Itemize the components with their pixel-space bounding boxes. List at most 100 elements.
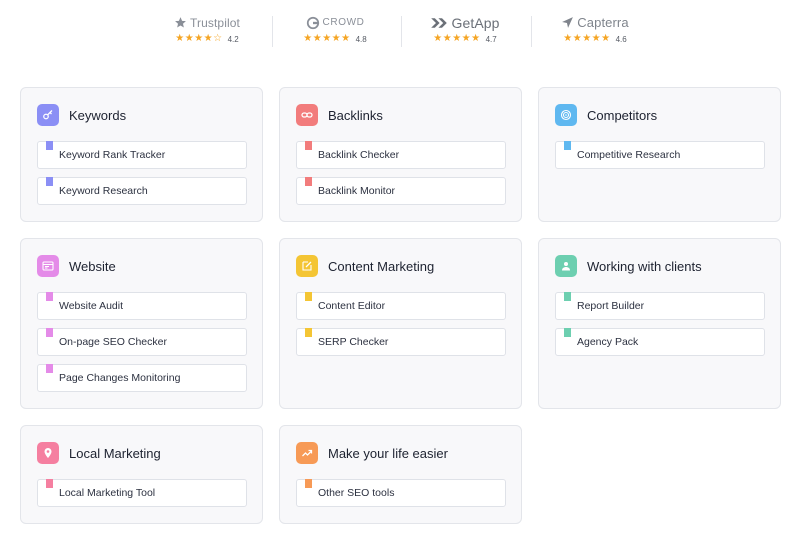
rating-divider: [272, 16, 273, 47]
category-icon-box: [296, 442, 318, 464]
bookmark-icon: [305, 328, 312, 337]
category-icon-box: [37, 104, 59, 126]
user-icon: [562, 262, 570, 271]
category-card-working-with-clients: Working with clients Report Builder Agen…: [538, 238, 781, 409]
rating-score: 4.2: [227, 34, 239, 44]
tool-local-marketing-tool[interactable]: Local Marketing Tool: [37, 479, 247, 507]
tool-label: Agency Pack: [577, 336, 639, 348]
tool-label: Local Marketing Tool: [59, 487, 156, 499]
rating-score: 4.6: [615, 34, 627, 44]
trustpilot-logo: Trustpilot: [147, 14, 267, 31]
bookmark-icon: [305, 292, 312, 301]
tool-agency-pack[interactable]: Agency Pack: [555, 328, 765, 356]
rating-score: 4.7: [485, 34, 497, 44]
category-card-local-marketing: Local Marketing Local Marketing Tool: [20, 425, 263, 524]
bookmark-icon: [564, 141, 571, 150]
tool-label: Content Editor: [318, 300, 386, 312]
trend-up-icon: [302, 449, 313, 457]
bookmark-icon: [564, 328, 571, 337]
ratings-bar: Trustpilot ★★★★☆ 4.2 CROWD ★★★★★ 4.8 Get…: [0, 14, 800, 48]
category-title: Website: [69, 258, 116, 274]
tool-serp-checker[interactable]: SERP Checker: [296, 328, 506, 356]
rating-source-name: CROWD: [322, 17, 365, 28]
rating-stars: ★★★★☆: [175, 33, 223, 44]
rating-trustpilot[interactable]: Trustpilot ★★★★☆ 4.2: [147, 14, 267, 44]
category-card-keywords: Keywords Keyword Rank Tracker Keyword Re…: [20, 87, 263, 222]
category-icon-box: [555, 104, 577, 126]
bookmark-icon: [564, 292, 571, 301]
rating-capterra[interactable]: Capterra ★★★★★ 4.6: [535, 14, 655, 44]
bookmark-icon: [305, 479, 312, 488]
rating-score: 4.8: [355, 34, 367, 44]
bookmark-icon: [305, 141, 312, 150]
tool-other-seo-tools[interactable]: Other SEO tools: [296, 479, 506, 507]
getapp-logo: GetApp: [405, 14, 525, 31]
rating-g2crowd[interactable]: CROWD ★★★★★ 4.8: [275, 14, 395, 44]
rating-divider: [401, 16, 402, 47]
target-icon: [560, 109, 572, 121]
category-card-backlinks: Backlinks Backlink Checker Backlink Moni…: [279, 87, 522, 222]
rating-stars: ★★★★★: [303, 33, 351, 44]
bookmark-icon: [305, 177, 312, 186]
bookmark-icon: [46, 479, 53, 488]
category-title: Competitors: [587, 107, 658, 123]
tool-label: On-page SEO Checker: [59, 336, 167, 348]
tool-keyword-research[interactable]: Keyword Research: [37, 177, 247, 205]
tool-label: Report Builder: [577, 300, 645, 312]
location-pin-icon: [44, 448, 52, 458]
edit-icon: [302, 261, 312, 271]
category-title: Local Marketing: [69, 445, 161, 461]
tool-keyword-rank-tracker[interactable]: Keyword Rank Tracker: [37, 141, 247, 169]
capterra-icon: [562, 17, 574, 28]
tool-label: Competitive Research: [577, 149, 681, 161]
category-title: Working with clients: [587, 258, 702, 274]
bookmark-icon: [46, 141, 53, 150]
rating-source-name: Capterra: [577, 15, 629, 30]
category-card-make-your-life-easier: Make your life easier Other SEO tools: [279, 425, 522, 524]
tool-label: Page Changes Monitoring: [59, 372, 181, 384]
category-title: Content Marketing: [328, 258, 435, 274]
tool-content-editor[interactable]: Content Editor: [296, 292, 506, 320]
rating-stars: ★★★★★: [563, 33, 611, 44]
category-title: Keywords: [69, 107, 127, 123]
bookmark-icon: [46, 364, 53, 373]
tool-page-changes-monitoring[interactable]: Page Changes Monitoring: [37, 364, 247, 392]
category-icon-box: [296, 104, 318, 126]
star-icon: [175, 17, 186, 28]
category-icon-box: [37, 255, 59, 277]
category-card-content-marketing: Content Marketing Content Editor SERP Ch…: [279, 238, 522, 409]
tool-label: Other SEO tools: [318, 487, 395, 499]
tool-on-page-seo-checker[interactable]: On-page SEO Checker: [37, 328, 247, 356]
tool-label: Backlink Checker: [318, 149, 400, 161]
link-icon: [301, 112, 313, 118]
category-title: Make your life easier: [328, 445, 448, 461]
tool-label: Website Audit: [59, 300, 124, 312]
rating-stars: ★★★★★: [433, 33, 481, 44]
tool-competitive-research[interactable]: Competitive Research: [555, 141, 765, 169]
tool-label: Keyword Research: [59, 185, 148, 197]
key-icon: [43, 110, 53, 120]
tool-label: Keyword Rank Tracker: [59, 149, 166, 161]
category-card-competitors: Competitors Competitive Research: [538, 87, 781, 222]
bookmark-icon: [46, 328, 53, 337]
browser-icon: [42, 261, 54, 271]
bookmark-icon: [46, 292, 53, 301]
tool-backlink-checker[interactable]: Backlink Checker: [296, 141, 506, 169]
tool-label: SERP Checker: [318, 336, 389, 348]
getapp-icon: [431, 17, 448, 28]
rating-getapp[interactable]: GetApp ★★★★★ 4.7: [405, 14, 525, 44]
category-icon-box: [296, 255, 318, 277]
capterra-logo: Capterra: [535, 14, 655, 31]
rating-divider: [531, 16, 532, 47]
tool-report-builder[interactable]: Report Builder: [555, 292, 765, 320]
bookmark-icon: [46, 177, 53, 186]
category-icon-box: [555, 255, 577, 277]
category-title: Backlinks: [328, 107, 383, 123]
tool-backlink-monitor[interactable]: Backlink Monitor: [296, 177, 506, 205]
tool-website-audit[interactable]: Website Audit: [37, 292, 247, 320]
tool-label: Backlink Monitor: [318, 185, 396, 197]
rating-source-name: GetApp: [451, 14, 500, 31]
category-card-website: Website Website Audit On-page SEO Checke…: [20, 238, 263, 409]
category-icon-box: [37, 442, 59, 464]
rating-source-name: Trustpilot: [190, 15, 240, 30]
